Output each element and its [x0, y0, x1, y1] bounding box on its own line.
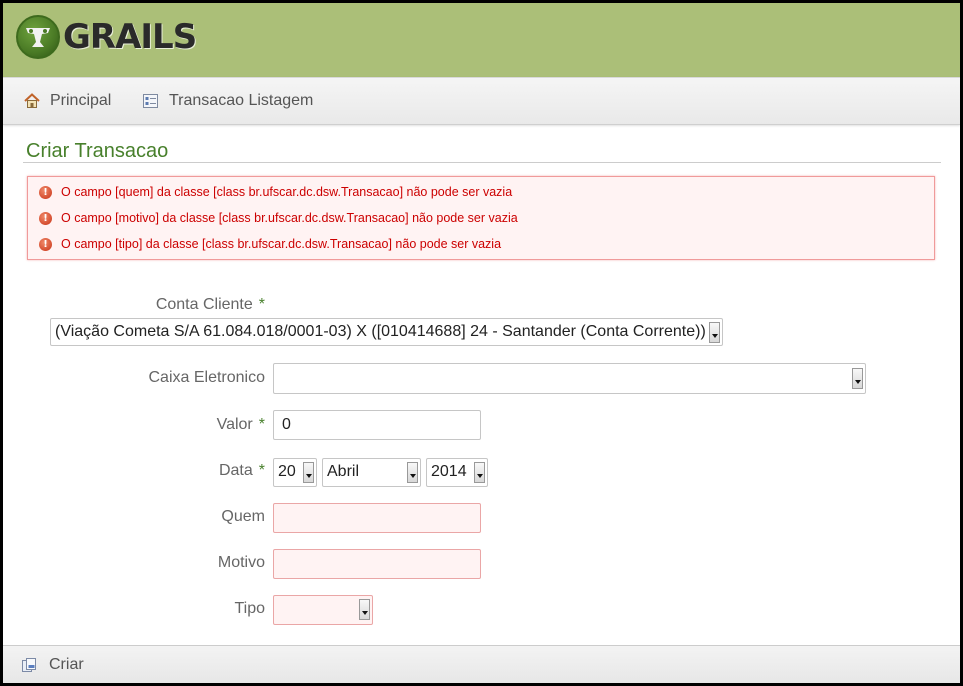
home-icon	[23, 92, 41, 110]
conta-cliente-select[interactable]: (Viação Cometa S/A 61.084.018/0001-03) X…	[50, 318, 723, 346]
nav-home-link[interactable]: Principal	[23, 92, 111, 110]
create-button-label: Criar	[49, 656, 84, 673]
chevron-down-icon	[359, 599, 370, 620]
data-month-value: Abril	[327, 463, 360, 480]
error-icon: !	[39, 237, 52, 251]
error-text: O campo [tipo] da classe [class br.ufsca…	[61, 237, 502, 251]
conta-cliente-label: Conta Cliente *	[155, 296, 265, 313]
error-list: ! O campo [quem] da classe [class br.ufs…	[27, 176, 935, 260]
error-icon: !	[39, 211, 52, 225]
chevron-down-icon	[303, 462, 314, 483]
chevron-down-icon	[852, 368, 863, 389]
error-message: ! O campo [quem] da classe [class br.ufs…	[39, 185, 512, 199]
error-text: O campo [motivo] da classe [class br.ufs…	[61, 211, 518, 225]
nav-list-link[interactable]: Transacao Listagem	[142, 92, 313, 110]
required-mark: *	[258, 416, 265, 433]
data-day-select[interactable]: 20	[273, 458, 317, 487]
error-icon: !	[39, 185, 52, 199]
error-message: ! O campo [tipo] da classe [class br.ufs…	[39, 237, 501, 251]
data-year-value: 2014	[431, 463, 467, 480]
create-button[interactable]: Criar	[21, 656, 84, 674]
error-text: O campo [quem] da classe [class br.ufsca…	[61, 185, 513, 199]
grails-logo-icon	[16, 15, 60, 59]
data-label: Data *	[218, 462, 265, 479]
valor-label: Valor *	[216, 416, 265, 433]
required-mark: *	[258, 462, 265, 479]
chevron-down-icon	[474, 462, 485, 483]
data-month-select[interactable]: Abril	[322, 458, 421, 487]
caixa-eletronico-select[interactable]	[273, 363, 866, 394]
browser-viewport: GRAILS Principal Transacao Listagem Cria…	[3, 3, 960, 683]
button-bar: Criar	[3, 645, 960, 683]
grails-logo-text[interactable]: GRAILS	[63, 17, 197, 57]
motivo-label: Motivo	[217, 554, 265, 571]
data-year-select[interactable]: 2014	[426, 458, 488, 487]
page-title: Criar Transacao	[26, 140, 169, 162]
conta-cliente-value: (Viação Cometa S/A 61.084.018/0001-03) X…	[55, 323, 706, 340]
header-bar: GRAILS	[3, 3, 960, 77]
valor-input[interactable]	[273, 410, 481, 440]
required-mark: *	[258, 296, 265, 313]
error-message: ! O campo [motivo] da classe [class br.u…	[39, 211, 518, 225]
data-day-value: 20	[278, 463, 296, 480]
quem-label: Quem	[221, 508, 265, 525]
nav-bar: Principal Transacao Listagem	[3, 77, 960, 125]
caixa-eletronico-label: Caixa Eletronico	[148, 369, 266, 386]
tipo-label: Tipo	[234, 600, 265, 617]
chevron-down-icon	[407, 462, 418, 483]
motivo-input[interactable]	[273, 549, 481, 579]
chevron-down-icon	[709, 322, 720, 343]
quem-input[interactable]	[273, 503, 481, 533]
nav-home-label: Principal	[50, 92, 112, 109]
tipo-select[interactable]	[273, 595, 373, 625]
list-icon	[142, 92, 160, 110]
save-icon	[21, 657, 37, 673]
title-divider	[23, 162, 941, 163]
nav-list-label: Transacao Listagem	[169, 92, 314, 109]
